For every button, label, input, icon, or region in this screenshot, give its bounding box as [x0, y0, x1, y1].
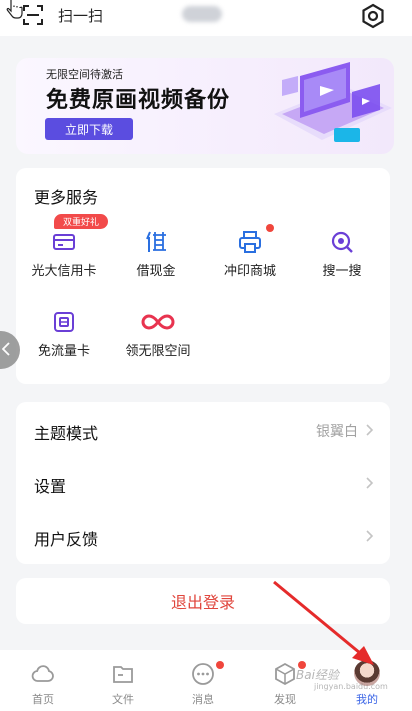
banner-title: 免费原画视频备份: [46, 88, 231, 113]
service-label: 光大信用卡: [31, 264, 97, 279]
nav-label: 我的: [356, 693, 378, 706]
bottom-nav: 首页 文件 消息 发现 我的: [0, 650, 412, 711]
service-unlimited-space[interactable]: 领无限空间: [118, 310, 198, 360]
nav-label: 消息: [192, 693, 214, 706]
logout-button[interactable]: 退出登录: [16, 578, 390, 624]
more-services-card: 更多服务 光大信用卡 借现金 冲印商城 搜一搜 免流量卡 领无限空间: [16, 168, 390, 384]
service-search[interactable]: 搜一搜: [302, 230, 382, 280]
chevron-right-icon: [366, 424, 374, 436]
service-credit-card[interactable]: 光大信用卡: [24, 230, 104, 280]
service-print-mall[interactable]: 冲印商城: [210, 230, 290, 280]
cloud-icon: [31, 665, 54, 682]
sim-card-icon: [54, 312, 74, 332]
nav-label: 首页: [32, 693, 54, 706]
chevron-left-icon: [2, 342, 10, 356]
chevron-right-icon: [366, 477, 374, 489]
cloud-video-illustration: [274, 62, 392, 142]
banner-subtitle: 无限空间待激活: [46, 68, 123, 81]
nav-label: 发现: [274, 693, 296, 706]
service-label: 领无限空间: [125, 344, 191, 359]
notification-dot: [216, 661, 224, 669]
credit-card-icon: [53, 234, 75, 250]
pointer-cursor-icon: [6, 0, 23, 19]
chevron-right-icon: [366, 530, 374, 542]
notification-dot: [266, 224, 274, 232]
theme-mode-row[interactable]: 主题模式 银翼白: [16, 404, 390, 456]
scan-label[interactable]: 扫一扫: [58, 5, 103, 26]
printer-icon: [239, 231, 261, 253]
theme-value: 银翼白: [316, 424, 358, 440]
row-label: 设置: [34, 477, 67, 496]
service-label: 借现金: [136, 264, 176, 279]
message-icon: [192, 663, 214, 685]
cube-icon: [275, 662, 295, 686]
nav-label: 文件: [112, 693, 134, 706]
service-label: 免流量卡: [37, 344, 90, 359]
settings-row[interactable]: 设置: [16, 457, 390, 509]
download-now-button[interactable]: 立即下载: [45, 118, 133, 140]
row-label: 主题模式: [34, 424, 99, 443]
watermark-url: jingyan.baidu.com: [314, 682, 388, 691]
feedback-row[interactable]: 用户反馈: [16, 510, 390, 562]
infinity-icon: [141, 314, 175, 330]
promo-banner[interactable]: 无限空间待激活 免费原画视频备份 立即下载: [16, 58, 394, 154]
services-title: 更多服务: [34, 188, 99, 207]
blurred-username: [182, 6, 222, 22]
service-borrow-cash[interactable]: 借现金: [116, 230, 196, 280]
service-label: 搜一搜: [322, 264, 362, 279]
row-label: 用户反馈: [34, 530, 99, 549]
folder-icon: [113, 666, 133, 683]
nav-home[interactable]: 首页: [18, 658, 68, 708]
search-icon: [331, 231, 353, 253]
watermark: Bai经验: [296, 668, 339, 682]
promo-badge: 双重好礼: [54, 214, 108, 229]
scan-icon[interactable]: [22, 4, 44, 26]
settings-gear-icon[interactable]: [360, 3, 386, 29]
nav-files[interactable]: 文件: [98, 658, 148, 708]
borrow-icon: [146, 231, 166, 252]
top-bar: 扫一扫: [0, 0, 412, 36]
service-data-card[interactable]: 免流量卡: [24, 310, 104, 360]
settings-list-card: 主题模式 银翼白 设置 用户反馈: [16, 402, 390, 564]
service-label: 冲印商城: [223, 264, 276, 279]
